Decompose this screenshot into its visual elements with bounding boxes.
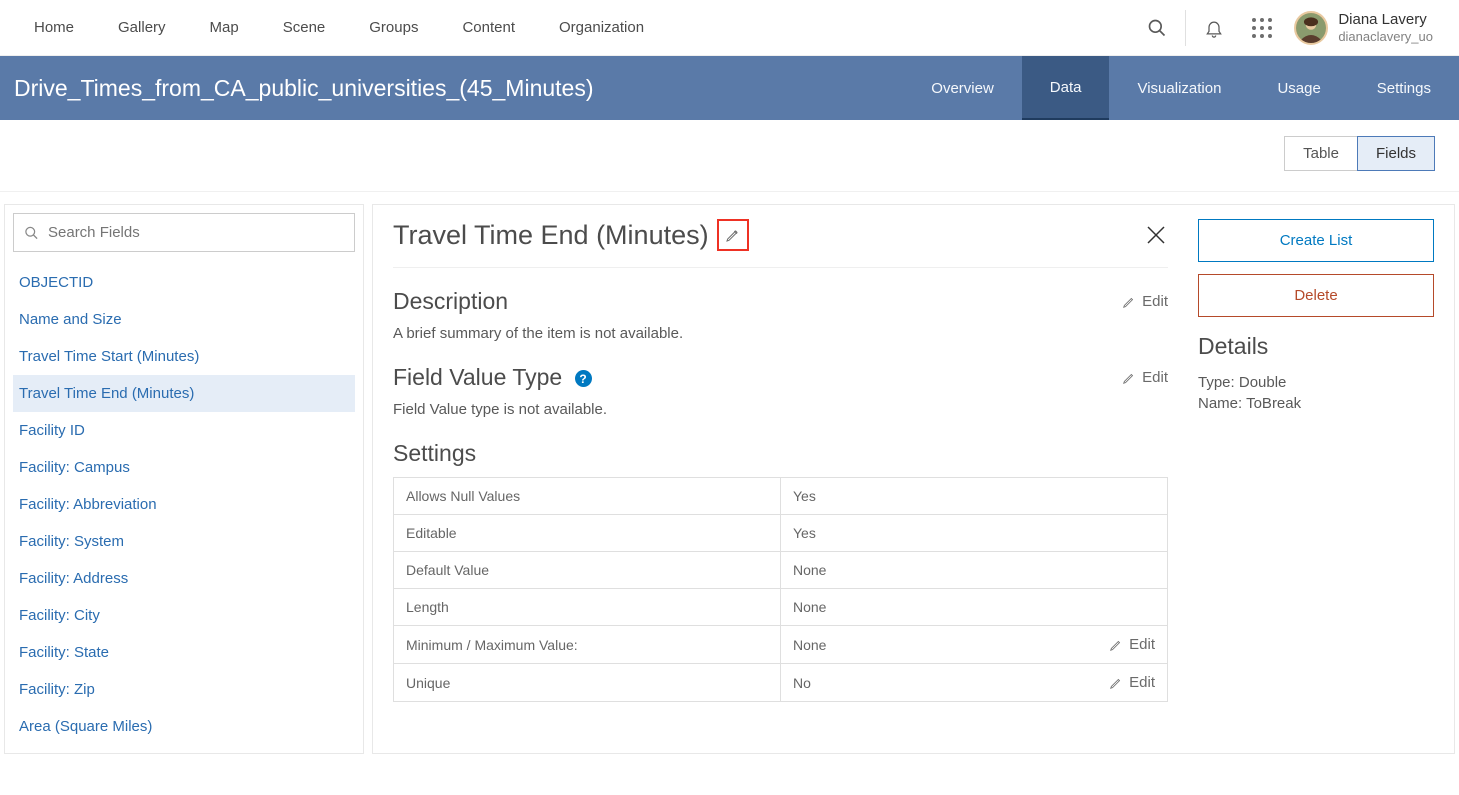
nav-right: Diana Lavery dianaclavery_uo: [1133, 0, 1447, 56]
field-value-heading: Field Value Type ?: [393, 364, 592, 391]
toggle-fields[interactable]: Fields: [1357, 136, 1435, 171]
settings-value: None: [781, 552, 1168, 589]
settings-row: Allows Null ValuesYes: [394, 478, 1168, 515]
create-list-button[interactable]: Create List: [1198, 219, 1434, 262]
help-icon[interactable]: ?: [575, 370, 592, 387]
content-main: Travel Time End (Minutes) Description Ed…: [393, 219, 1168, 733]
field-item[interactable]: Facility: Campus: [13, 449, 355, 486]
field-item[interactable]: Travel Time Start (Minutes): [13, 338, 355, 375]
settings-label: Default Value: [394, 552, 781, 589]
settings-value: None: [781, 589, 1168, 626]
content-side: Create List Delete Details Type: Double …: [1198, 219, 1434, 733]
nav-link-content[interactable]: Content: [440, 0, 537, 56]
field-item[interactable]: Facility: Zip: [13, 671, 355, 708]
user-name: Diana Lavery: [1338, 11, 1433, 29]
edit-setting-button[interactable]: Edit: [1109, 636, 1155, 653]
field-item[interactable]: Travel Time End (Minutes): [13, 375, 355, 412]
edit-description-button[interactable]: Edit: [1122, 293, 1168, 310]
nav-link-gallery[interactable]: Gallery: [96, 0, 188, 56]
field-header: Travel Time End (Minutes): [393, 219, 1168, 268]
field-title: Travel Time End (Minutes): [393, 220, 709, 251]
pencil-icon: [725, 227, 741, 243]
search-input[interactable]: [14, 214, 354, 251]
nav-link-groups[interactable]: Groups: [347, 0, 440, 56]
search-wrap: [13, 213, 355, 252]
settings-row: EditableYes: [394, 515, 1168, 552]
pencil-icon: [1122, 371, 1136, 385]
detail-type: Type: Double: [1198, 374, 1434, 391]
settings-row: LengthNone: [394, 589, 1168, 626]
nav-link-scene[interactable]: Scene: [261, 0, 348, 56]
settings-table: Allows Null ValuesYesEditableYesDefault …: [393, 477, 1168, 702]
settings-label: Length: [394, 589, 781, 626]
search-icon[interactable]: [1133, 0, 1181, 56]
settings-label: Unique: [394, 664, 781, 702]
avatar: [1294, 11, 1328, 45]
description-text: A brief summary of the item is not avail…: [393, 325, 1168, 342]
main-area: OBJECTIDName and SizeTravel Time Start (…: [0, 192, 1459, 766]
field-item[interactable]: Facility ID: [13, 412, 355, 449]
fields-panel: OBJECTIDName and SizeTravel Time Start (…: [4, 204, 364, 754]
item-title: Drive_Times_from_CA_public_universities_…: [14, 75, 903, 102]
field-item[interactable]: Facility: City: [13, 597, 355, 634]
tab-data[interactable]: Data: [1022, 56, 1110, 120]
settings-value: NoneEdit: [781, 626, 1168, 664]
view-toggle: TableFields: [1284, 136, 1435, 171]
top-nav: HomeGalleryMapSceneGroupsContentOrganiza…: [0, 0, 1459, 56]
settings-value: NoEdit: [781, 664, 1168, 702]
field-item[interactable]: Facility: Abbreviation: [13, 486, 355, 523]
tab-usage[interactable]: Usage: [1249, 56, 1348, 120]
toggle-table[interactable]: Table: [1284, 136, 1357, 171]
nav-link-home[interactable]: Home: [12, 0, 96, 56]
field-item[interactable]: Facility: Address: [13, 560, 355, 597]
tab-visualization[interactable]: Visualization: [1109, 56, 1249, 120]
field-item[interactable]: Name and Size: [13, 301, 355, 338]
field-item[interactable]: Area (Square Miles): [13, 708, 355, 745]
sub-toolbar: TableFields: [0, 120, 1459, 192]
nav-link-map[interactable]: Map: [188, 0, 261, 56]
settings-value: Yes: [781, 515, 1168, 552]
content-panel: Travel Time End (Minutes) Description Ed…: [372, 204, 1455, 754]
tab-settings[interactable]: Settings: [1349, 56, 1459, 120]
divider: [1185, 10, 1186, 46]
field-list: OBJECTIDName and SizeTravel Time Start (…: [13, 264, 355, 745]
search-icon: [24, 225, 39, 240]
user-handle: dianaclavery_uo: [1338, 29, 1433, 45]
edit-title-button[interactable]: [717, 219, 749, 251]
settings-label: Editable: [394, 515, 781, 552]
edit-setting-button[interactable]: Edit: [1109, 674, 1155, 691]
field-item[interactable]: OBJECTID: [13, 264, 355, 301]
field-value-text: Field Value type is not available.: [393, 401, 1168, 418]
settings-row: Default ValueNone: [394, 552, 1168, 589]
close-icon: [1144, 223, 1168, 247]
description-heading: Description: [393, 288, 508, 315]
pencil-icon: [1122, 295, 1136, 309]
item-header-bar: Drive_Times_from_CA_public_universities_…: [0, 56, 1459, 120]
settings-row: UniqueNoEdit: [394, 664, 1168, 702]
delete-button[interactable]: Delete: [1198, 274, 1434, 317]
settings-heading: Settings: [393, 440, 1168, 467]
field-item[interactable]: Facility: System: [13, 523, 355, 560]
detail-name: Name: ToBreak: [1198, 395, 1434, 412]
settings-value: Yes: [781, 478, 1168, 515]
nav-links: HomeGalleryMapSceneGroupsContentOrganiza…: [12, 0, 666, 56]
settings-label: Minimum / Maximum Value:: [394, 626, 781, 664]
notifications-icon[interactable]: [1190, 0, 1238, 56]
details-heading: Details: [1198, 333, 1434, 360]
field-item[interactable]: Facility: State: [13, 634, 355, 671]
edit-field-value-button[interactable]: Edit: [1122, 369, 1168, 386]
item-tabs: OverviewDataVisualizationUsageSettings: [903, 56, 1459, 120]
nav-link-organization[interactable]: Organization: [537, 0, 666, 56]
settings-row: Minimum / Maximum Value:NoneEdit: [394, 626, 1168, 664]
settings-label: Allows Null Values: [394, 478, 781, 515]
tab-overview[interactable]: Overview: [903, 56, 1022, 120]
close-button[interactable]: [1144, 223, 1168, 247]
user-menu[interactable]: Diana Lavery dianaclavery_uo: [1286, 11, 1447, 45]
app-launcher-icon[interactable]: [1238, 0, 1286, 56]
